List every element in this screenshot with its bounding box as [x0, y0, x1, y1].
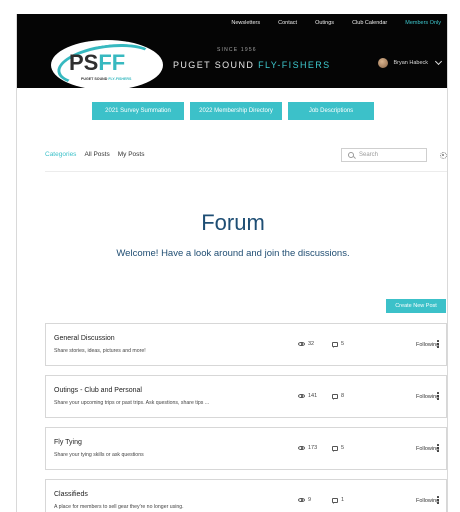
logo-ff: FF	[98, 50, 126, 75]
brand-name: PUGET SOUND FLY-FISHERS	[173, 60, 331, 70]
view-count: 9	[298, 497, 311, 503]
logo-wordmark: PSFF	[69, 50, 125, 76]
survey-summation-button[interactable]: 2021 Survey Summation	[92, 102, 184, 120]
views-value: 173	[308, 445, 318, 451]
user-menu[interactable]: Bryan Habeck	[378, 57, 443, 68]
comment-count: 5	[332, 341, 345, 348]
more-options-icon[interactable]	[437, 340, 439, 349]
membership-directory-button[interactable]: 2022 Membership Directory	[190, 102, 282, 120]
following-button[interactable]: Following	[416, 342, 439, 348]
site-header: Newsletters Contact Outings Club Calenda…	[17, 14, 447, 92]
since-text: SINCE 1956	[217, 47, 257, 53]
nav-contact[interactable]: Contact	[278, 19, 297, 27]
comment-count: 1	[332, 497, 345, 504]
page-title: Forum	[201, 210, 265, 235]
category-outings[interactable]: Outings - Club and Personal Share your u…	[45, 375, 447, 418]
following-button[interactable]: Following	[416, 394, 439, 400]
tabs-divider	[45, 171, 447, 172]
eye-icon	[298, 341, 305, 347]
eye-icon	[298, 497, 305, 503]
more-options-icon[interactable]	[437, 444, 439, 453]
search-placeholder: Search	[359, 152, 379, 158]
following-button[interactable]: Following	[416, 446, 439, 452]
comments-value: 8	[341, 393, 345, 399]
brand-a: PUGET SOUND	[173, 60, 255, 70]
comment-count: 5	[332, 445, 345, 452]
nav-newsletters[interactable]: Newsletters	[231, 19, 260, 27]
category-classifieds[interactable]: Classifieds A place for members to sell …	[45, 479, 447, 512]
tab-all-posts[interactable]: All Posts	[84, 151, 109, 158]
comments-value: 5	[341, 445, 345, 451]
comments-value: 1	[341, 497, 345, 503]
category-description: Share stories, ideas, pictures and more!	[54, 348, 146, 354]
view-count: 141	[298, 393, 317, 399]
tab-categories[interactable]: Categories	[45, 151, 76, 158]
search-input[interactable]: Search	[341, 148, 427, 162]
category-title[interactable]: General Discussion	[54, 335, 115, 342]
view-count: 173	[298, 445, 317, 451]
logo-subtitle: PUGET SOUND FLY-FISHERS	[81, 77, 131, 81]
following-button[interactable]: Following	[416, 498, 439, 504]
category-general-discussion[interactable]: General Discussion Share stories, ideas,…	[45, 323, 447, 366]
comment-icon	[332, 497, 338, 504]
psff-logo[interactable]: PSFF PUGET SOUND FLY-FISHERS	[51, 38, 163, 92]
doc-buttons: 2021 Survey Summation 2022 Membership Di…	[17, 102, 447, 120]
category-description: Share your tying skills or ask questions	[54, 452, 144, 458]
logo-sub-a: PUGET SOUND	[81, 77, 108, 81]
category-fly-tying[interactable]: Fly Tying Share your tying skills or ask…	[45, 427, 447, 470]
forum-tabs: Categories All Posts My Posts	[45, 151, 152, 158]
eye-icon	[298, 445, 305, 451]
create-new-post-button[interactable]: Create New Post	[386, 299, 446, 313]
eye-icon	[298, 393, 305, 399]
comment-count: 8	[332, 393, 345, 400]
comment-icon	[332, 341, 338, 348]
gear-icon[interactable]	[440, 152, 447, 159]
job-descriptions-button[interactable]: Job Descriptions	[288, 102, 374, 120]
chevron-down-icon	[434, 57, 443, 66]
logo-ps: PS	[69, 50, 99, 75]
search-icon	[348, 152, 354, 158]
view-count: 32	[298, 341, 314, 347]
more-options-icon[interactable]	[437, 392, 439, 401]
logo-sub-b: FLY-FISHERS	[108, 77, 132, 81]
nav-club-calendar[interactable]: Club Calendar	[352, 19, 387, 27]
more-options-icon[interactable]	[437, 496, 439, 505]
comment-icon	[332, 445, 338, 452]
comment-icon	[332, 393, 338, 400]
comments-value: 5	[341, 341, 345, 347]
category-title[interactable]: Fly Tying	[54, 439, 82, 446]
category-title[interactable]: Classifieds	[54, 491, 88, 498]
user-name: Bryan Habeck	[393, 60, 428, 66]
nav-members-only[interactable]: Members Only	[405, 19, 441, 27]
page-frame: Newsletters Contact Outings Club Calenda…	[16, 14, 448, 512]
category-description: A place for members to sell gear they're…	[54, 504, 184, 510]
category-description: Share your upcoming trips or past trips.…	[54, 400, 210, 406]
brand-b: FLY-FISHERS	[258, 60, 331, 70]
avatar	[378, 58, 389, 68]
views-value: 9	[308, 497, 312, 503]
views-value: 32	[308, 341, 315, 347]
top-nav: Newsletters Contact Outings Club Calenda…	[213, 19, 441, 27]
tab-my-posts[interactable]: My Posts	[118, 151, 145, 158]
views-value: 141	[308, 393, 318, 399]
nav-outings[interactable]: Outings	[315, 19, 334, 27]
page-subtitle: Welcome! Have a look around and join the…	[116, 248, 350, 259]
category-title[interactable]: Outings - Club and Personal	[54, 387, 142, 394]
